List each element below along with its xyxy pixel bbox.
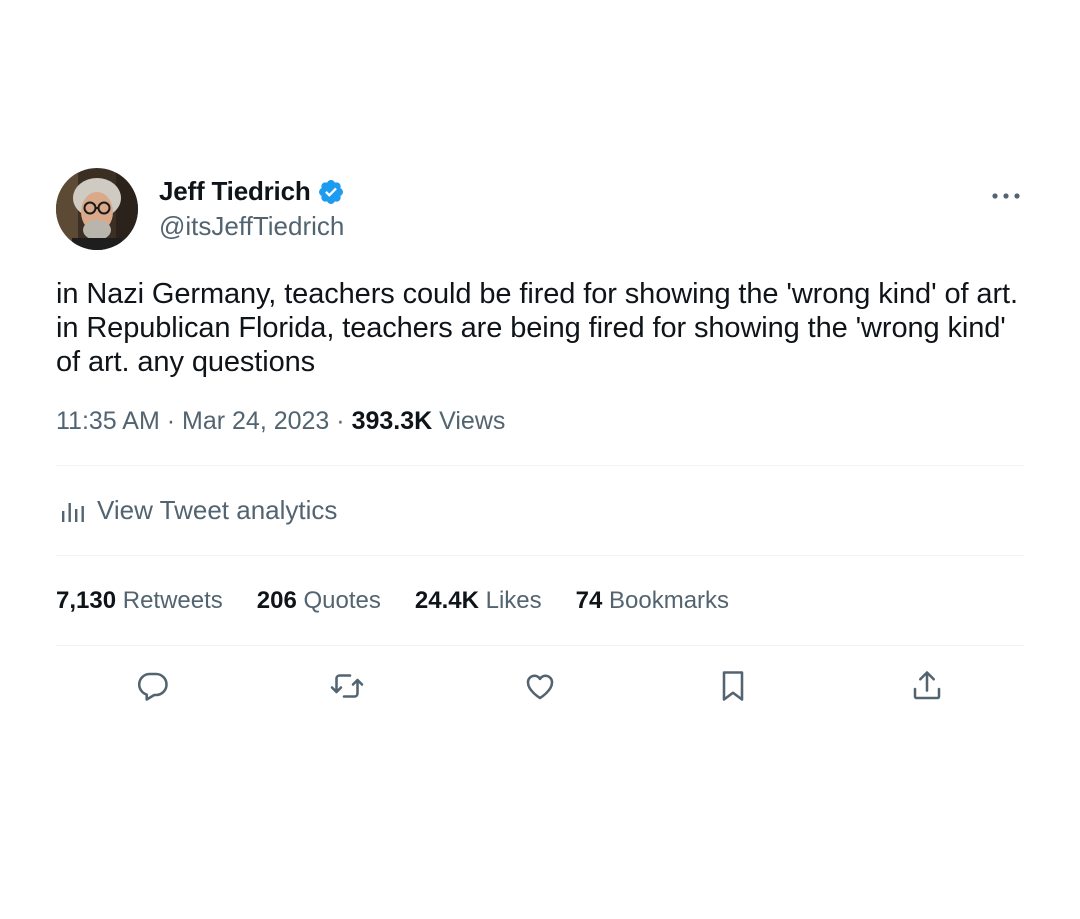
- verified-badge-icon: [317, 178, 345, 206]
- meta-separator: ·: [336, 407, 345, 435]
- quotes-label: Quotes: [303, 586, 381, 614]
- engagement-stats: 7,130 Retweets 206 Quotes 24.4K Likes 74…: [56, 556, 1024, 645]
- analytics-label: View Tweet analytics: [97, 495, 338, 525]
- retweets-stat[interactable]: 7,130 Retweets: [56, 587, 223, 615]
- retweet-icon[interactable]: [329, 668, 365, 704]
- likes-count: 24.4K: [414, 586, 479, 614]
- likes-label: Likes: [485, 586, 542, 614]
- quotes-stat[interactable]: 206 Quotes: [257, 587, 381, 615]
- avatar[interactable]: [56, 168, 138, 250]
- views-label: Views: [439, 407, 506, 435]
- bookmark-icon[interactable]: [715, 668, 751, 704]
- bookmarks-stat[interactable]: 74 Bookmarks: [576, 587, 729, 615]
- more-horizontal-icon[interactable]: [988, 174, 1024, 204]
- tweet-date[interactable]: Mar 24, 2023: [182, 407, 329, 435]
- quotes-count: 206: [256, 586, 297, 614]
- author-display-name[interactable]: Jeff Tiedrich: [159, 176, 311, 207]
- meta-separator: ·: [166, 407, 176, 435]
- bookmarks-count: 74: [575, 586, 603, 614]
- retweets-label: Retweets: [122, 586, 223, 614]
- like-icon[interactable]: [522, 668, 558, 704]
- tweet-time[interactable]: 11:35 AM: [56, 407, 160, 435]
- tweet-text: in Nazi Germany, teachers could be fired…: [56, 278, 1018, 378]
- author-name-row: Jeff Tiedrich: [159, 176, 345, 207]
- analytics-icon: [61, 498, 87, 524]
- action-bar: [56, 646, 1024, 730]
- tweet-card: Jeff Tiedrich @itsJeffTiedrich in Nazi G…: [56, 168, 1024, 730]
- bookmarks-label: Bookmarks: [609, 586, 730, 614]
- share-icon[interactable]: [909, 668, 945, 704]
- retweets-count: 7,130: [56, 586, 117, 614]
- reply-icon[interactable]: [135, 668, 171, 704]
- likes-stat[interactable]: 24.4K Likes: [415, 587, 542, 615]
- views-count: 393.3K: [351, 407, 433, 435]
- tweet-meta: 11:35 AM · Mar 24, 2023 · 393.3K Views: [56, 407, 1024, 436]
- tweet-header: Jeff Tiedrich @itsJeffTiedrich: [56, 168, 1024, 252]
- view-analytics-link[interactable]: View Tweet analytics: [56, 466, 1024, 555]
- author-handle[interactable]: @itsJeffTiedrich: [159, 211, 344, 242]
